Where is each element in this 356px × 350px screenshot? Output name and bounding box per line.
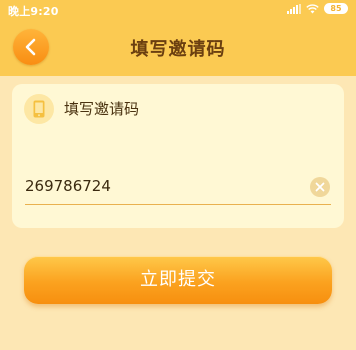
phone-icon bbox=[33, 100, 45, 118]
clear-input-button[interactable] bbox=[310, 177, 330, 197]
battery-icon: 85 bbox=[324, 3, 348, 14]
invite-code-card: 填写邀请码 bbox=[12, 84, 344, 228]
signal-icon bbox=[287, 3, 301, 14]
header: 填写邀请码 bbox=[0, 18, 356, 76]
input-underline bbox=[25, 204, 331, 205]
phone-badge bbox=[24, 94, 54, 124]
status-bar: 晚上9:20 85 bbox=[0, 0, 356, 18]
submit-button[interactable]: 立即提交 bbox=[24, 256, 332, 304]
wifi-icon bbox=[306, 3, 319, 14]
status-time: 晚上9:20 bbox=[8, 5, 59, 18]
invite-code-input[interactable] bbox=[25, 173, 295, 199]
page-title: 填写邀请码 bbox=[130, 39, 226, 60]
invite-code-label: 填写邀请码 bbox=[64, 100, 140, 118]
status-icons: 85 bbox=[287, 3, 348, 14]
close-icon bbox=[315, 182, 325, 192]
